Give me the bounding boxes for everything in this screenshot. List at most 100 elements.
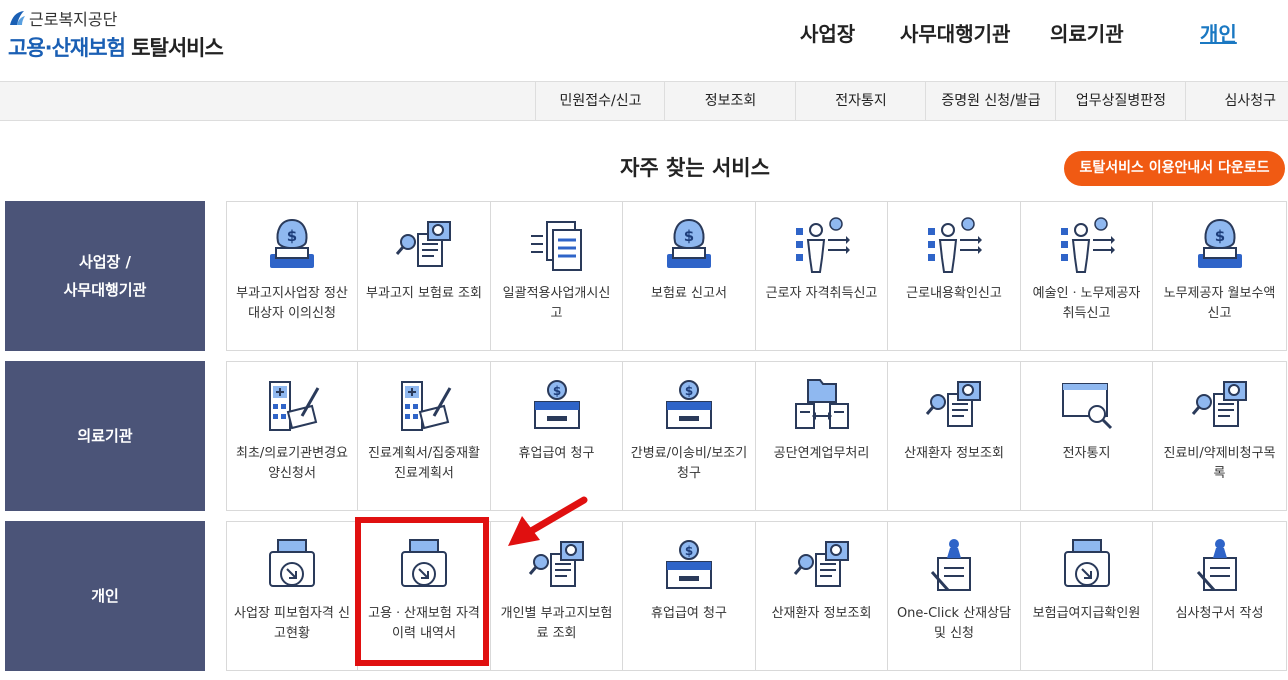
service-tile-label: 사업장 피보험자격 신고현황 <box>234 606 350 641</box>
service-tile[interactable]: 부과고지 보험료 조회 <box>357 201 491 351</box>
row-label-line: 사무대행기관 <box>63 281 147 299</box>
document-search-icon <box>395 221 451 267</box>
service-tile-label: 예술인ㆍ노무제공자 취득신고 <box>1032 286 1141 321</box>
service-tile-label: 간병료/이송비/보조기 청구 <box>630 446 748 481</box>
hospital-document-icon <box>269 381 320 431</box>
document-search-icon <box>1191 381 1247 427</box>
service-tile-label: 산재환자 정보조회 <box>904 446 1004 461</box>
printer-download-icon <box>269 539 315 587</box>
service-tile-label: 개인별 부과고지보험료 조회 <box>500 606 613 641</box>
service-tile[interactable]: $ 보험료 신고서 <box>622 201 756 351</box>
service-title-dark: 토탈서비스 <box>131 36 224 60</box>
row-label-line: 사업장 / <box>78 253 132 271</box>
row-label-2: 개인 <box>5 521 205 671</box>
subnav-civil-petition[interactable]: 민원접수/신고 <box>535 82 665 120</box>
service-tile-label: 산재환자 정보조회 <box>771 606 872 621</box>
money-bag-laptop-icon: $ <box>1197 218 1242 268</box>
service-tile-label: One-Click 산재상담 및 신청 <box>896 606 1012 641</box>
hospital-document-icon <box>401 381 452 431</box>
subnav-disease-judgment[interactable]: 업무상질병판정 <box>1055 82 1186 120</box>
svg-text:$: $ <box>1214 227 1224 245</box>
subnav-e-notice[interactable]: 전자통지 <box>795 82 926 120</box>
nav-business[interactable]: 사업장 <box>800 18 855 48</box>
service-tile-label: 휴업급여 청구 <box>518 446 595 461</box>
site-header: 근로복지공단 고용·산재보험 토탈서비스 사업장 사무대행기관 의료기관 개인 <box>0 0 1288 80</box>
service-tile[interactable]: 최초/의료기관변경요양신청서 <box>226 361 358 511</box>
sub-navigation: 민원접수/신고 정보조회 전자통지 증명원 신청/발급 업무상질병판정 심사청구 <box>0 81 1288 121</box>
service-tile-label: 휴업급여 청구 <box>651 606 727 621</box>
service-tile[interactable]: $ 휴업급여 청구 <box>622 521 756 671</box>
svg-text:$: $ <box>685 384 693 398</box>
service-tile[interactable]: 근로내용확인신고 <box>887 201 1021 351</box>
coin-box-icon: $ <box>666 380 712 429</box>
service-tile[interactable]: $ 노무제공자 월보수액 신고 <box>1152 201 1287 351</box>
guide-download-button[interactable]: 토탈서비스 이용안내서 다운로드 <box>1064 151 1285 186</box>
service-tile[interactable]: 진료비/약제비청구목록 <box>1152 361 1287 511</box>
row-label-0: 사업장 / 사무대행기관 <box>5 201 205 351</box>
service-tile-label: 일괄적용사업개시신고 <box>502 286 611 321</box>
comwel-logo-icon <box>10 11 25 25</box>
org-name: 근로복지공단 <box>29 10 118 29</box>
red-arrow-icon <box>508 496 588 546</box>
service-tile-label: 전자통지 <box>1062 446 1111 461</box>
row-label-line: 의료기관 <box>77 427 133 445</box>
subnav-certificate[interactable]: 증명원 신청/발급 <box>925 82 1056 120</box>
service-tile-label: 최초/의료기관변경요양신청서 <box>235 446 349 481</box>
stamp-pen-icon <box>930 539 971 591</box>
site-logo[interactable]: 근로복지공단 고용·산재보험 토탈서비스 <box>8 8 224 62</box>
document-search-icon <box>793 541 849 587</box>
service-tile[interactable]: 보험급여지급확인원 <box>1020 521 1153 671</box>
subnav-info-inquiry[interactable]: 정보조회 <box>664 82 796 120</box>
service-tile[interactable]: One-Click 산재상담 및 신청 <box>887 521 1021 671</box>
service-tile-label: 진료계획서/집중재활진료계획서 <box>367 446 481 481</box>
service-tile[interactable]: 공단연계업무처리 <box>755 361 888 511</box>
row-label-line: 개인 <box>91 587 119 605</box>
document-list-icon <box>530 221 582 271</box>
svg-text:$: $ <box>552 384 560 398</box>
service-tile-label: 보험급여지급확인원 <box>1032 606 1141 621</box>
service-tile[interactable]: 산재환자 정보조회 <box>887 361 1021 511</box>
service-tile[interactable]: $ 휴업급여 청구 <box>490 361 623 511</box>
service-tile[interactable]: 심사청구서 작성 <box>1152 521 1287 671</box>
svg-text:$: $ <box>287 227 297 245</box>
folder-exchange-icon <box>794 379 849 429</box>
subnav-review-request[interactable]: 심사청구 <box>1185 82 1288 120</box>
service-tile-label: 공단연계업무처리 <box>773 446 870 461</box>
highlight-box <box>355 517 489 666</box>
worker-checklist-icon <box>795 217 850 273</box>
service-title-blue: 고용·산재보험 <box>8 36 126 60</box>
printer-download-icon <box>1063 539 1110 587</box>
envelope-search-icon <box>1061 383 1112 430</box>
service-tile[interactable]: 근로자 자격취득신고 <box>755 201 888 351</box>
service-tile[interactable]: 일괄적용사업개시신고 <box>490 201 623 351</box>
money-bag-laptop-icon: $ <box>270 218 314 268</box>
coin-box-icon: $ <box>666 540 712 589</box>
service-tile[interactable]: $ 간병료/이송비/보조기 청구 <box>622 361 756 511</box>
service-tile[interactable]: $ 부과고지사업장 정산대상자 이의신청 <box>226 201 358 351</box>
svg-text:$: $ <box>684 227 694 245</box>
service-tile[interactable]: 산재환자 정보조회 <box>755 521 888 671</box>
row-label-1: 의료기관 <box>5 361 205 511</box>
service-tile-label: 노무제공자 월보수액 신고 <box>1163 286 1276 321</box>
document-search-icon <box>925 381 981 427</box>
nav-medical[interactable]: 의료기관 <box>1050 18 1124 48</box>
service-tile-label: 부과고지 보험료 조회 <box>366 286 482 301</box>
nav-agency[interactable]: 사무대행기관 <box>900 18 1010 48</box>
worker-checklist-icon <box>1060 217 1115 273</box>
worker-checklist-icon <box>928 217 982 273</box>
service-tile-label: 근로내용확인신고 <box>906 286 1002 301</box>
service-tile-label: 보험료 신고서 <box>651 286 727 301</box>
service-tile-label: 진료비/약제비청구목록 <box>1163 446 1276 481</box>
service-tile[interactable]: 사업장 피보험자격 신고현황 <box>226 521 358 671</box>
stamp-pen-icon <box>1196 539 1237 591</box>
service-tile-label: 부과고지사업장 정산대상자 이의신청 <box>236 286 348 321</box>
service-tile[interactable]: 예술인ㆍ노무제공자 취득신고 <box>1020 201 1153 351</box>
nav-personal[interactable]: 개인 <box>1200 18 1237 48</box>
service-tile-label: 심사청구서 작성 <box>1175 606 1264 621</box>
money-bag-laptop-icon: $ <box>667 218 711 268</box>
service-tile[interactable]: 진료계획서/집중재활진료계획서 <box>357 361 491 511</box>
coin-box-icon: $ <box>533 380 580 429</box>
svg-text:$: $ <box>685 544 693 558</box>
service-tile-label: 근로자 자격취득신고 <box>765 286 878 301</box>
service-tile[interactable]: 전자통지 <box>1020 361 1153 511</box>
